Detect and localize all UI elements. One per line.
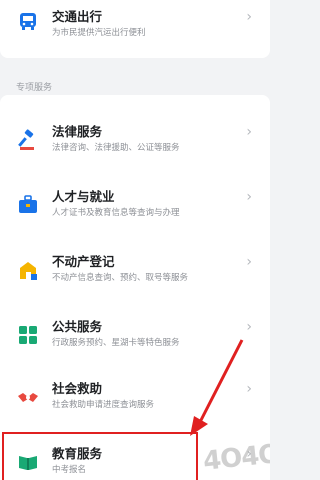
chevron-right-icon: › [246,319,252,335]
chevron-right-icon: › [246,189,252,205]
chevron-right-icon: › [246,254,252,270]
handshake-icon [17,386,39,408]
highlight-box [2,432,198,480]
briefcase-icon [17,194,39,216]
service-subtitle: 社会救助申请进度查询服务 [52,400,155,410]
transport-subtitle: 为市民提供汽运出行便利 [52,28,146,38]
transport-title: 交通出行 [52,9,103,24]
chevron-right-icon: › [246,124,252,140]
house-icon [17,259,39,281]
service-subtitle: 不动产信息查询、预约、取号等服务 [52,273,189,283]
service-list-page: 交通出行 为市民提供汽运出行便利 › 专项服务 法律服务 法律咨询、法律援助、公… [0,0,270,480]
service-title: 法律服务 [52,124,103,139]
gavel-icon [17,129,39,151]
chevron-right-icon: › [246,9,252,25]
service-row-legal[interactable]: 法律服务 法律咨询、法律援助、公证等服务 › [0,115,270,175]
top-card: 交通出行 为市民提供汽运出行便利 › [0,0,270,58]
service-title: 社会救助 [52,381,103,396]
service-title: 公共服务 [52,319,103,334]
service-row-property[interactable]: 不动产登记 不动产信息查询、预约、取号等服务 › [0,245,270,305]
transport-row[interactable]: 交通出行 为市民提供汽运出行便利 › [0,0,270,60]
service-title: 不动产登记 [52,254,115,269]
service-subtitle: 人才证书及教育信息等查询与办理 [52,208,180,218]
grid-icon [17,324,39,346]
section-title: 专项服务 [16,83,53,93]
service-subtitle: 法律咨询、法律援助、公证等服务 [52,143,180,153]
service-subtitle: 行政服务预约、星湖卡等特色服务 [52,338,180,348]
service-row-talent[interactable]: 人才与就业 人才证书及教育信息等查询与办理 › [0,180,270,240]
arrow-annotation [190,339,244,436]
bus-icon [17,10,39,32]
service-title: 人才与就业 [52,189,115,204]
